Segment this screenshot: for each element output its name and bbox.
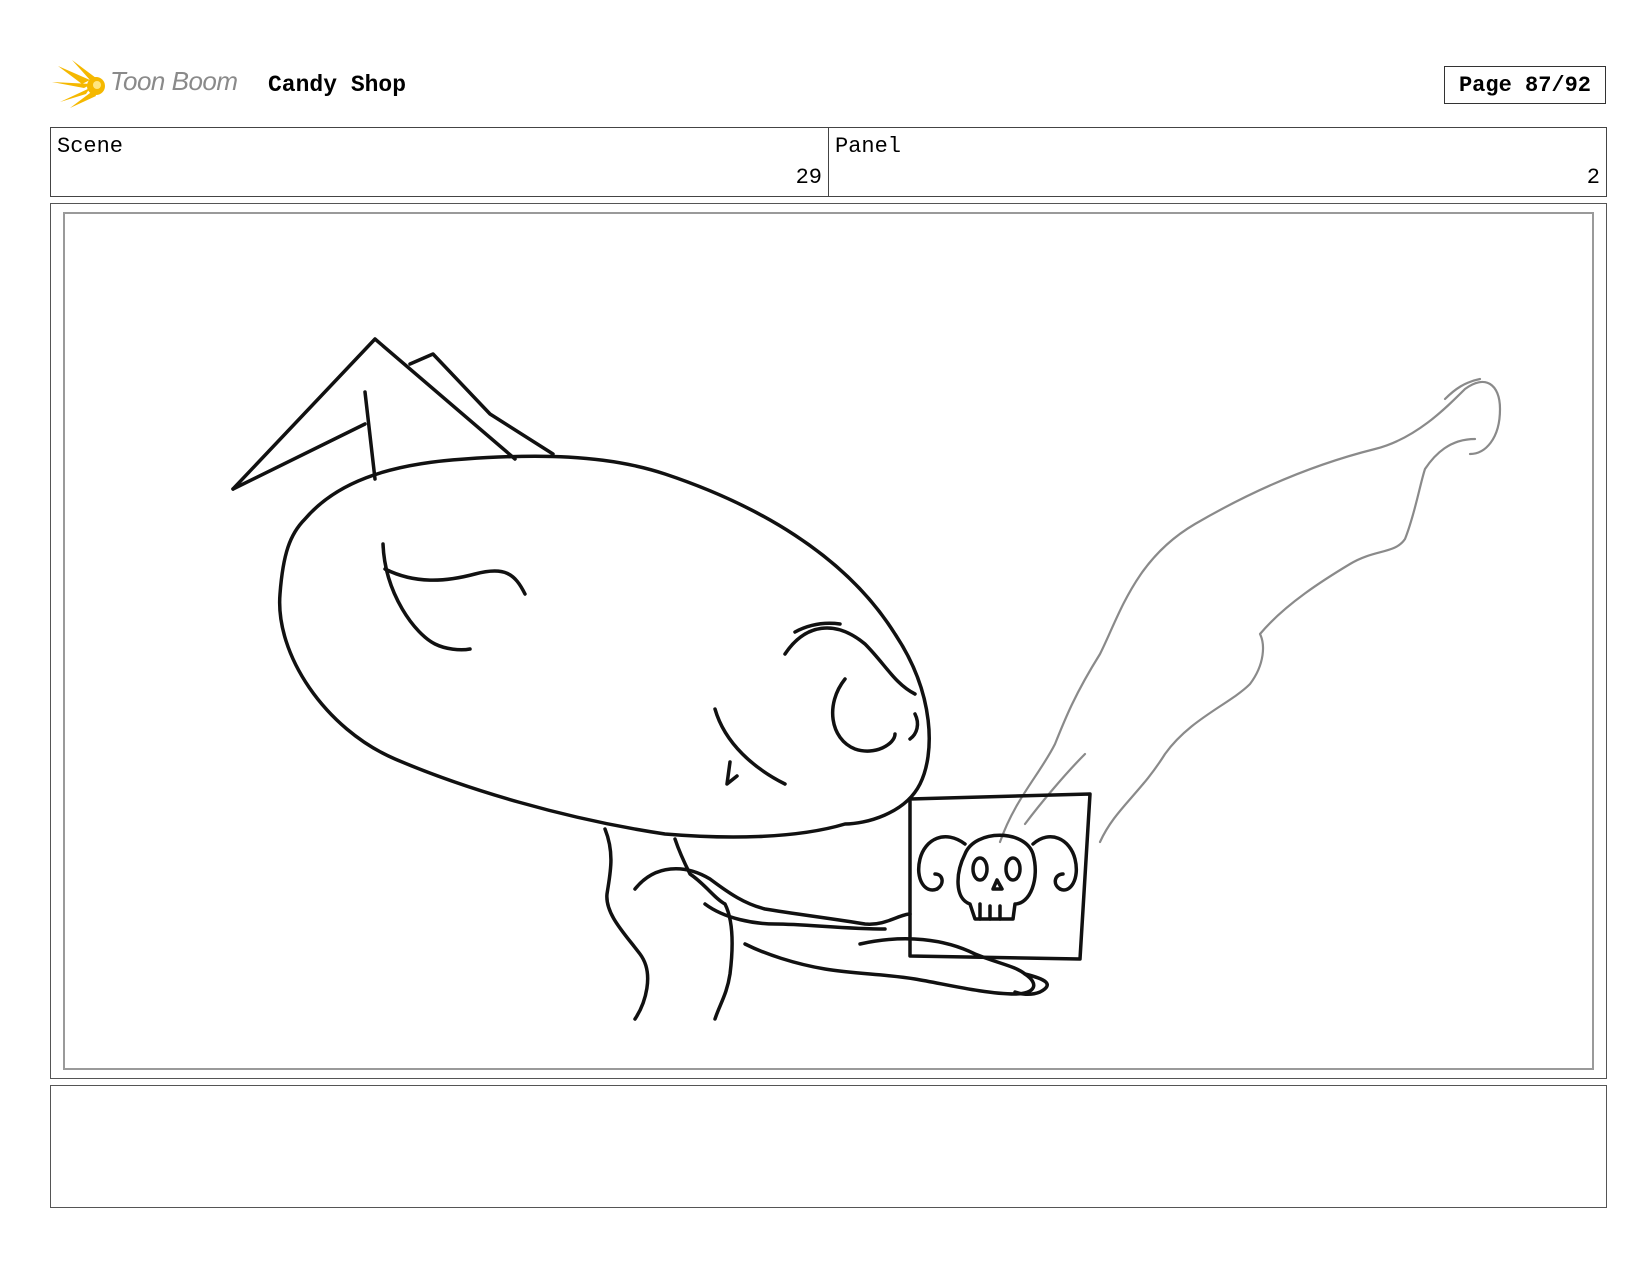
panel-frame [50, 203, 1607, 1079]
panel-safe-area [63, 212, 1594, 1070]
scene-cell: Scene 29 [51, 128, 828, 196]
scene-panel-info: Scene 29 Panel 2 [50, 127, 1607, 197]
panel-number: 2 [1586, 165, 1600, 190]
panel-label: Panel [835, 134, 902, 159]
scene-number: 29 [795, 165, 822, 190]
steam-icon [998, 377, 1502, 844]
storyboard-sketch [231, 337, 1502, 1021]
project-title: Candy Shop [268, 72, 407, 98]
logo-text: Toon Boom [110, 66, 238, 96]
panel-cell: Panel 2 [828, 128, 1606, 196]
notes-area [50, 1085, 1607, 1208]
scene-label: Scene [57, 134, 124, 159]
page-indicator: Page 87/92 [1444, 66, 1606, 104]
